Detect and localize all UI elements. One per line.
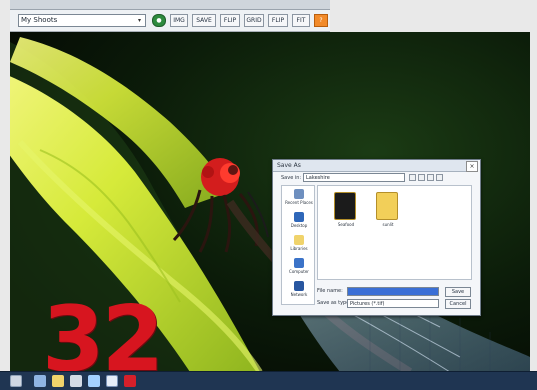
sidebar-item-network[interactable]: Network xyxy=(285,281,313,301)
save-type-label: Save as type: xyxy=(317,300,351,306)
sidebar-item-label: Recent Places xyxy=(285,200,313,205)
places-sidebar: Recent Places Desktop Libraries Computer… xyxy=(281,185,315,305)
sidebar-item-computer[interactable]: Computer xyxy=(285,258,313,278)
image-button[interactable]: IMG xyxy=(170,14,188,27)
desktop-icon xyxy=(294,212,304,222)
file-label: Seafood xyxy=(337,222,355,227)
file-list: Seafood sunlit xyxy=(317,185,472,280)
libraries-icon xyxy=(294,235,304,245)
sidebar-item-desktop[interactable]: Desktop xyxy=(285,212,313,232)
flip-button-2[interactable]: FLIP xyxy=(268,14,288,27)
save-type-dropdown[interactable]: Pictures (*.tif) xyxy=(347,299,439,308)
sidebar-item-recent[interactable]: Recent Places xyxy=(285,189,313,209)
cover-number: 32 xyxy=(42,287,164,373)
taskbar-icon[interactable] xyxy=(106,375,118,387)
window-title xyxy=(10,0,330,10)
list-item[interactable]: Seafood xyxy=(328,190,364,240)
grid-button[interactable]: GRID xyxy=(244,14,264,27)
sidebar-item-label: Computer xyxy=(289,269,309,274)
help-button[interactable]: ? xyxy=(314,14,328,27)
path-dropdown[interactable]: My Shoots ▾ xyxy=(18,14,146,27)
photo-canvas: 32 Save As × Save in: Lakeshire Recent P… xyxy=(10,32,530,372)
taskbar-icon[interactable] xyxy=(88,375,100,387)
fit-button[interactable]: FIT xyxy=(292,14,310,27)
save-button[interactable]: Save xyxy=(445,287,471,297)
sidebar-item-libraries[interactable]: Libraries xyxy=(285,235,313,255)
chevron-down-icon[interactable]: ▾ xyxy=(135,16,144,25)
save-in-dropdown[interactable]: Lakeshire xyxy=(303,173,405,182)
save-as-dialog: Save As × Save in: Lakeshire Recent Plac… xyxy=(272,159,481,316)
taskbar-icon[interactable] xyxy=(52,375,64,387)
cancel-button[interactable]: Cancel xyxy=(445,299,471,309)
new-folder-icon[interactable] xyxy=(427,174,434,181)
toolbar: My Shoots ▾ ● IMG SAVE FLIP GRID FLIP FI… xyxy=(10,10,330,32)
taskbar-icon[interactable] xyxy=(124,375,136,387)
sidebar-item-label: Desktop xyxy=(290,223,308,228)
app-window: My Shoots ▾ ● IMG SAVE FLIP GRID FLIP FI… xyxy=(0,0,537,390)
save-in-label: Save in: xyxy=(281,175,302,181)
flip-button[interactable]: FLIP xyxy=(220,14,240,27)
sidebar-item-label: Libraries xyxy=(290,246,308,251)
go-button[interactable]: ● xyxy=(152,14,166,27)
start-button[interactable] xyxy=(10,375,22,387)
save-button[interactable]: SAVE xyxy=(192,14,216,27)
list-item[interactable]: sunlit xyxy=(370,190,406,240)
recent-places-icon xyxy=(294,189,304,199)
computer-icon xyxy=(294,258,304,268)
file-label: sunlit xyxy=(382,222,394,227)
close-icon[interactable]: × xyxy=(466,161,478,172)
file-name-field[interactable] xyxy=(347,287,439,296)
folder-icon xyxy=(376,192,398,220)
up-folder-icon[interactable] xyxy=(418,174,425,181)
taskbar-icon[interactable] xyxy=(34,375,46,387)
path-value: My Shoots xyxy=(21,16,58,24)
dialog-title: Save As xyxy=(273,160,478,172)
network-icon xyxy=(294,281,304,291)
taskbar-icon[interactable] xyxy=(70,375,82,387)
folder-icon xyxy=(334,192,356,220)
taskbar xyxy=(0,371,537,390)
file-name-label: File name: xyxy=(317,288,343,294)
back-icon[interactable] xyxy=(409,174,416,181)
sidebar-item-label: Network xyxy=(290,292,308,297)
save-in-value: Lakeshire xyxy=(306,175,330,181)
view-menu-icon[interactable] xyxy=(436,174,443,181)
